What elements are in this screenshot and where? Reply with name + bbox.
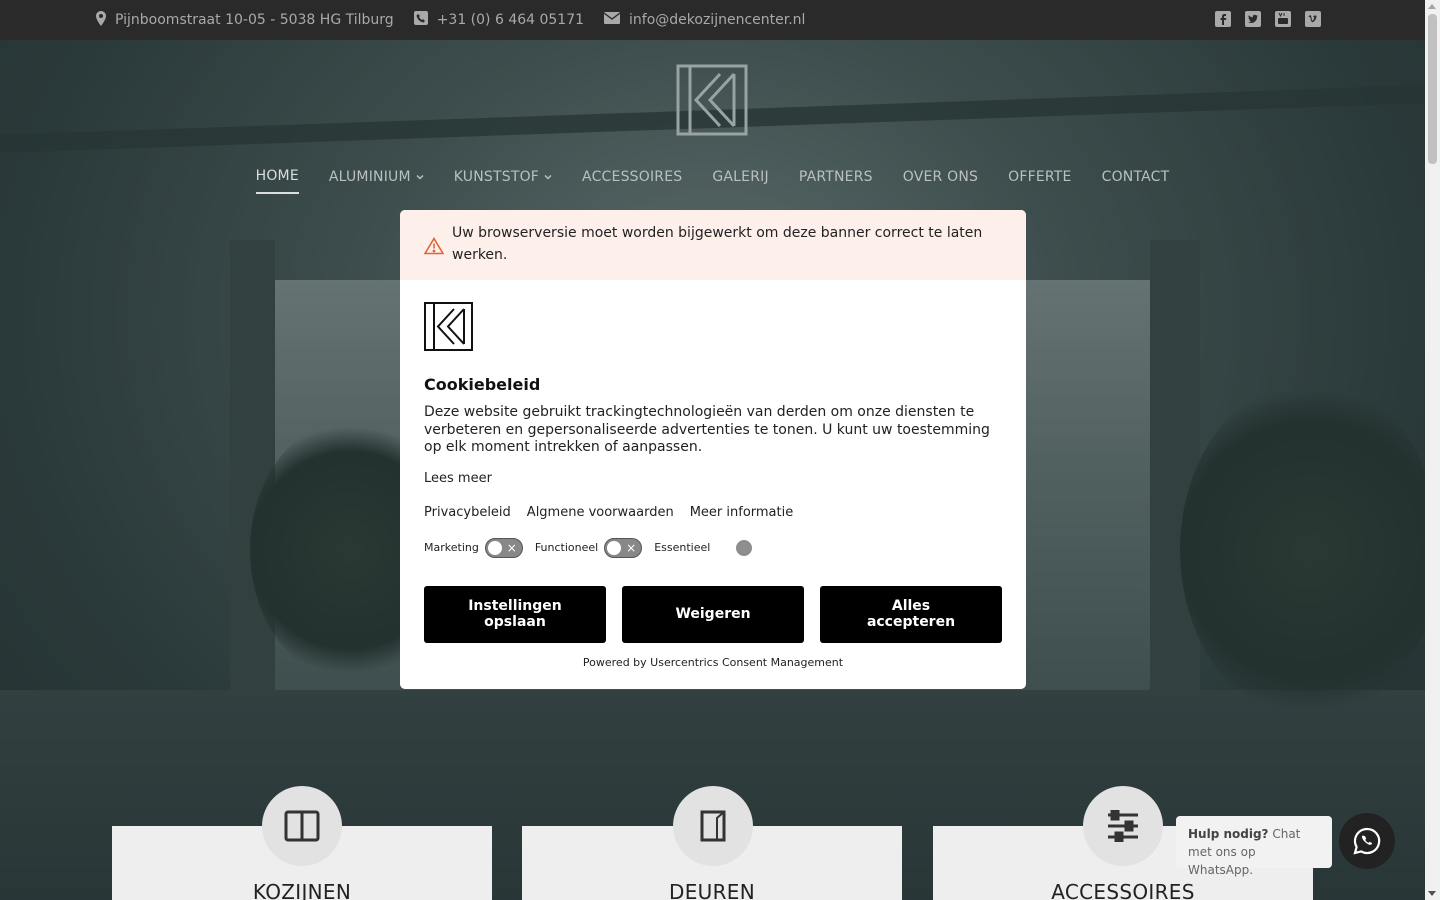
accept-all-button[interactable]: Alles accepteren	[820, 585, 1002, 643]
nav-accessoires[interactable]: ACCESSOIRES	[582, 168, 682, 194]
functional-toggle[interactable]: ×	[604, 537, 643, 558]
nav-galerij[interactable]: GALERIJ	[712, 168, 768, 194]
close-icon: ×	[626, 540, 637, 555]
dialog-links: Privacybeleid Algmene voorwaarden Meer i…	[424, 505, 1002, 520]
site-logo[interactable]	[676, 64, 748, 136]
dialog-logo	[424, 302, 473, 351]
nav-contact[interactable]: CONTACT	[1102, 168, 1170, 194]
topbar: Pijnboomstraat 10-05 - 5038 HG Tilburg +…	[0, 0, 1425, 40]
main-nav: HOME ALUMINIUM KUNSTSTOF ACCESSOIRES GAL…	[0, 168, 1425, 194]
dialog-title: Cookiebeleid	[424, 375, 541, 394]
address-item: Pijnboomstraat 10-05 - 5038 HG Tilburg	[96, 10, 394, 30]
nav-partners[interactable]: PARTNERS	[799, 168, 873, 194]
cookie-dialog: Uw browserversie moet worden bijgewerkt …	[400, 210, 1026, 689]
chevron-down-icon	[544, 174, 552, 180]
more-info-link[interactable]: Meer informatie	[690, 505, 794, 520]
warning-text: Uw browserversie moet worden bijgewerkt …	[452, 225, 983, 263]
nav-offerte[interactable]: OFFERTE	[1008, 168, 1071, 194]
nav-home[interactable]: HOME	[255, 168, 299, 194]
address-text: Pijnboomstraat 10-05 - 5038 HG Tilburg	[115, 12, 394, 28]
envelope-icon	[603, 12, 621, 28]
scrollbar[interactable]	[1425, 0, 1440, 900]
card-title: ACCESSOIRES	[1051, 880, 1195, 900]
read-more-link[interactable]: Lees meer	[424, 471, 1002, 486]
scroll-up-icon[interactable]	[1428, 4, 1436, 9]
marketing-toggle[interactable]: ×	[484, 537, 523, 558]
sliders-icon	[1083, 786, 1163, 866]
whatsapp-bubble-bold: Hulp nodig?	[1188, 827, 1269, 841]
window-icon	[262, 786, 342, 866]
marketing-label: Marketing	[424, 541, 479, 554]
scrollbar-thumb[interactable]	[1428, 14, 1437, 164]
chevron-down-icon	[416, 174, 424, 180]
functional-toggle-group: Functioneel ×	[534, 537, 643, 558]
twitter-icon[interactable]	[1245, 11, 1263, 29]
dialog-description: Deze website gebruikt trackingtechnologi…	[424, 404, 990, 455]
essential-toggle-group: Essentieel	[654, 539, 753, 556]
dialog-buttons: Instellingen opslaan Weigeren Alles acce…	[424, 585, 1002, 643]
phone-icon	[413, 11, 428, 29]
essential-toggle	[736, 539, 753, 556]
card-title: DEUREN	[669, 880, 755, 900]
map-marker-icon	[96, 10, 106, 30]
email-text[interactable]: info@dekozijnencenter.nl	[629, 12, 805, 28]
functional-label: Functioneel	[534, 541, 599, 554]
nav-kunststof[interactable]: KUNSTSTOF	[454, 168, 552, 194]
youtube-icon[interactable]	[1275, 11, 1293, 29]
nav-over-ons[interactable]: OVER ONS	[903, 168, 978, 194]
nav-aluminium[interactable]: ALUMINIUM	[329, 168, 424, 194]
facebook-icon[interactable]	[1215, 11, 1233, 29]
card-title: KOZIJNEN	[252, 880, 352, 900]
powered-by: Powered by Usercentrics Consent Manageme…	[582, 655, 844, 669]
privacy-policy-link[interactable]: Privacybeleid	[424, 505, 511, 520]
warning-icon	[424, 237, 444, 255]
scroll-down-icon[interactable]	[1428, 891, 1436, 896]
close-icon: ×	[506, 540, 517, 555]
essential-label: Essentieel	[654, 541, 711, 554]
email-item[interactable]: info@dekozijnencenter.nl	[603, 12, 805, 28]
terms-link[interactable]: Algmene voorwaarden	[527, 505, 674, 520]
whatsapp-button[interactable]	[1339, 813, 1395, 869]
vimeo-icon[interactable]	[1305, 11, 1323, 29]
save-settings-button[interactable]: Instellingen opslaan	[424, 585, 606, 643]
marketing-toggle-group: Marketing ×	[424, 537, 523, 558]
social-links	[1215, 11, 1323, 29]
whatsapp-bubble[interactable]: Hulp nodig? Chat met ons op WhatsApp.	[1176, 816, 1332, 877]
consent-toggles: Marketing × Functioneel × Essentieel	[424, 537, 1002, 558]
browser-warning: Uw browserversie moet worden bijgewerkt …	[400, 210, 1026, 280]
phone-item[interactable]: +31 (0) 6 464 05171	[413, 11, 584, 29]
deny-button[interactable]: Weigeren	[622, 585, 804, 643]
door-icon	[673, 786, 753, 866]
whatsapp-icon	[1353, 827, 1381, 855]
phone-text[interactable]: +31 (0) 6 464 05171	[437, 12, 584, 28]
